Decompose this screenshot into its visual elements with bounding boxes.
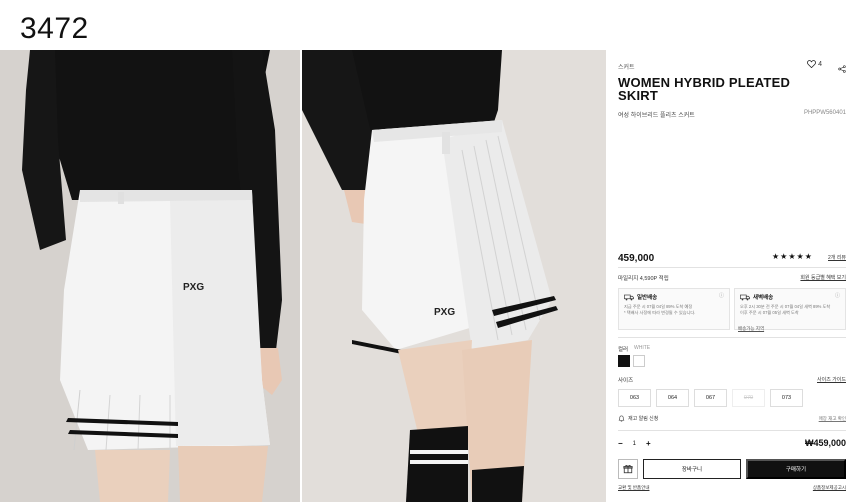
skirt-side-illustration: PXG — [302, 50, 606, 502]
return-policy-link[interactable]: 교환 및 반품안내 — [618, 485, 649, 491]
help-icon[interactable]: ⓘ — [719, 292, 724, 299]
wishlist-count: 4 — [818, 60, 822, 68]
divider — [618, 337, 846, 338]
truck-icon — [624, 294, 634, 300]
skirt-back-illustration: PXG — [0, 50, 300, 502]
product-subtitle: 여성 하이브리드 플리츠 스커트 — [618, 113, 695, 119]
product-info-notice-link[interactable]: 상품정보제공고시 — [813, 485, 846, 491]
size-option-063[interactable]: 063 — [618, 389, 651, 407]
restock-label: 재고 알림 신청 — [628, 416, 659, 422]
review-count-link[interactable]: 2개 리뷰 — [828, 254, 846, 261]
dawn-shipping-title: 새벽배송 — [753, 295, 774, 301]
size-option-064[interactable]: 064 — [656, 389, 689, 407]
points-text: 마일리지 4,590P 적립 — [618, 276, 669, 282]
total-price: ₩459,000 — [804, 438, 846, 448]
qty-value[interactable]: 1 — [633, 441, 636, 447]
product-title-line2: SKIRT — [618, 88, 658, 103]
wishlist-button[interactable]: 4 — [807, 60, 822, 68]
size-option-070[interactable]: 070 — [732, 389, 765, 407]
svg-text:PXG: PXG — [434, 307, 455, 318]
divider — [618, 430, 846, 431]
add-to-cart-button[interactable]: 장바구니 — [643, 459, 741, 479]
product-info-panel: 스커트 4 WOMEN HYBRID PLEATED SKIRT 여성 하이브리… — [606, 50, 860, 502]
size-option-073[interactable]: 073 — [770, 389, 803, 407]
normal-shipping-box: 일반배송 ⓘ 지금 주문 시 07월 04일 89% 도착 예정 * 택배사 사… — [618, 288, 730, 330]
qty-decrease-button[interactable]: − — [618, 439, 623, 448]
gift-icon — [623, 464, 633, 474]
rating-stars: ★★★★★ — [772, 252, 813, 261]
normal-shipping-line2: * 택배사 사정에 따라 변경될 수 있습니다. — [624, 310, 696, 315]
color-value: WHITE — [634, 345, 651, 351]
dawn-shipping-line2: 이후 주문 시 07월 05일 새벽 도착 — [740, 310, 799, 315]
color-swatch-white[interactable] — [633, 355, 645, 367]
dawn-delivery-area-link[interactable]: 배송가능 지역 — [738, 326, 764, 332]
bell-icon — [618, 415, 625, 422]
dawn-shipping-box: 새벽배송 ⓘ 오후 2시 30분 전 주문 시 07월 04일 새벽 89% 도… — [734, 288, 846, 330]
product-image-side[interactable]: PXG — [302, 50, 606, 502]
restock-alert-button[interactable]: 재고 알림 신청 — [618, 415, 658, 422]
share-icon — [838, 65, 846, 73]
product-price: 459,000 — [618, 253, 655, 264]
page-label: 3472 — [20, 12, 89, 45]
share-button[interactable] — [838, 60, 846, 78]
buy-now-button[interactable]: 구매하기 — [746, 459, 846, 479]
svg-text:PXG: PXG — [183, 282, 204, 293]
product-title: WOMEN HYBRID PLEATED SKIRT — [618, 76, 808, 102]
points-info: 마일리지 4,590P 적립 — [618, 274, 669, 282]
product-image-back[interactable]: PXG — [0, 50, 300, 502]
gift-button[interactable] — [618, 459, 638, 479]
heart-icon — [807, 60, 817, 68]
member-benefit-link[interactable]: 회원 등급별 혜택 보기 — [800, 274, 846, 281]
qty-increase-button[interactable]: + — [646, 439, 651, 448]
color-swatch-black[interactable] — [618, 355, 630, 367]
size-guide-link[interactable]: 사이즈 가이드 — [817, 376, 846, 383]
normal-shipping-title: 일반배송 — [637, 295, 658, 301]
dawn-truck-icon — [740, 294, 750, 300]
product-code: PHPPW560401 — [803, 110, 846, 116]
category-breadcrumb[interactable]: 스커트 — [618, 62, 635, 71]
store-stock-link[interactable]: 매장 재고 확인 — [819, 416, 846, 422]
quantity-stepper: − 1 + — [618, 439, 651, 448]
size-options: 063 064 067 070 073 — [618, 389, 803, 407]
size-option-067[interactable]: 067 — [694, 389, 727, 407]
divider — [618, 267, 846, 268]
size-label: 사이즈 — [618, 378, 634, 384]
help-icon[interactable]: ⓘ — [835, 292, 840, 299]
color-label: 컬러 — [618, 347, 629, 353]
